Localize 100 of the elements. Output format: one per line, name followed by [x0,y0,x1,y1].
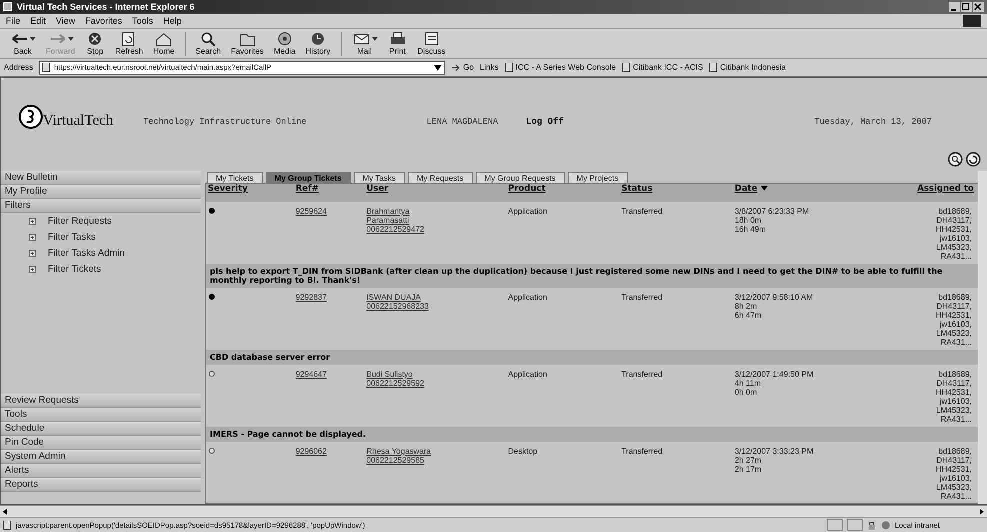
table-cell: Application [506,365,620,427]
sidebar-item[interactable]: Alerts [1,464,201,478]
expand-icon [29,250,36,256]
user-link[interactable]: Budi Sulistyo 0062212529592 [364,365,506,427]
ticket-description: IMERS - Page cannot be displayed. [206,427,978,442]
sidebar-item[interactable]: My Profile [1,185,201,199]
table-cell: Transferred [620,442,733,503]
tab[interactable]: My Group Requests [476,172,565,183]
tab[interactable]: My Tickets [207,172,263,183]
filter-item[interactable]: Filter Tasks Admin [1,245,201,261]
column-header[interactable]: Product [506,184,620,202]
filter-item[interactable]: Filter Tasks [1,229,201,245]
tab[interactable]: My Tasks [354,172,405,183]
table-cell: Application [506,202,620,264]
tagline: Technology Infrastructure Online [144,117,307,129]
ticket-description: CBD database server error [206,350,978,365]
column-header[interactable]: Assigned to [864,184,978,202]
toolbar-button[interactable]: History [302,30,335,58]
link[interactable]: ICC - A Series Web Console [504,63,616,72]
maximize-icon[interactable] [961,2,972,12]
sidebar-item[interactable]: Pin Code [1,436,201,450]
refresh-icon[interactable] [966,152,981,167]
dropdown-caret-icon [434,64,442,70]
browser-icon [3,2,13,12]
column-header[interactable]: User [364,184,506,202]
links-label: Links [480,63,499,72]
expand-icon [29,218,36,224]
lock-icon [866,520,877,530]
toolbar-button[interactable]: Mail [348,30,382,58]
close-icon[interactable] [973,2,984,12]
sidebar-item[interactable]: New Bulletin [1,171,201,185]
toolbar-button[interactable]: Discuss [414,30,450,58]
sidebar-item[interactable]: Filters [1,199,201,213]
page-icon [709,63,718,72]
table-cell: Transferred [620,288,733,350]
filter-item[interactable]: Filter Requests [1,213,201,229]
table-cell: 3/12/2007 9:58:10 AM 8h 2m 6h 47m [732,288,865,350]
ticket-description: pls help to export T_DIN from SIDBank (after clean up the duplication) because I just registered some new DINs and I need to get the DIN# to be able to fulfill the monthly reporting to BI. Thank's! [206,264,978,288]
window-title: Virtual Tech Services - Internet Explorer 6 [17,2,195,12]
minimize-icon[interactable] [949,2,960,12]
tab[interactable]: My Projects [568,172,628,183]
column-header[interactable]: Status [620,184,733,202]
horizontal-scrollbar[interactable] [0,505,987,517]
link[interactable]: Citibank Indonesia [709,63,786,72]
sidebar-item[interactable]: System Admin [1,450,201,464]
sidebar-item[interactable]: Schedule [1,422,201,436]
table-cell: 3/8/2007 6:23:33 PM 18h 0m 16h 49m [732,202,865,264]
sidebar-item[interactable]: Tools [1,408,201,422]
menu-item[interactable]: Edit [30,16,46,26]
sidebar-item[interactable]: Reports [1,478,201,492]
logo-text: VirtualTech [43,113,114,130]
toolbar-button[interactable]: Home [149,30,179,58]
ticket-link[interactable]: 9294647 [296,370,327,379]
expand-icon [29,234,36,240]
page-icon [504,63,514,72]
logo-icon [19,104,43,130]
toolbar-button[interactable]: Search [192,30,226,58]
user-link[interactable]: ISWAN DUAJA 00622152968233 [364,288,506,350]
status-pane [846,519,863,531]
table-cell: 3/12/2007 3:33:23 PM 2h 27m 2h 17m [732,442,865,503]
toolbar-button[interactable]: Back [6,30,40,58]
logoff-link[interactable]: Log Off [526,117,564,130]
user-link[interactable]: Brahmantya Paramasatti 0062212529472 [364,202,506,264]
toolbar-button[interactable]: Favorites [227,30,268,58]
column-header[interactable]: Date [732,184,865,202]
menu-item[interactable]: Tools [132,16,154,26]
ticket-link[interactable]: 9292837 [296,293,327,302]
table-cell: Desktop [506,442,620,503]
table-cell: bd18689, DH43117, HH42531, jw16103, LM45323, RA431... [864,202,978,264]
toolbar-button[interactable]: Refresh [111,30,148,58]
toolbar-button[interactable]: Media [270,30,300,58]
menu-item[interactable]: Favorites [85,16,122,26]
address-label: Address [4,63,34,72]
ticket-link[interactable]: 9296062 [296,447,327,456]
home-icon [154,31,174,47]
date-text: Tuesday, March 13, 2007 [814,117,932,129]
user-link[interactable]: Rhesa Yogaswara 0062212529585 [364,442,506,503]
tab[interactable]: My Group Tickets [266,172,351,183]
page-icon [622,63,632,72]
search-icon[interactable] [948,152,963,167]
sidebar-item[interactable]: Review Requests [1,394,201,408]
tab[interactable]: My Requests [408,172,473,183]
page-icon [42,63,52,72]
table-cell: bd18689, DH43117, HH42531, jw16103, LM45323, RA431... [864,442,978,503]
status-pane [826,519,843,531]
toolbar-button[interactable]: Stop [81,30,110,58]
expand-icon [29,266,36,272]
column-header[interactable]: Ref# [294,184,365,202]
filter-item[interactable]: Filter Tickets [1,261,201,277]
menu-item[interactable]: View [56,16,76,26]
link[interactable]: Citibank ICC - ACIS [622,63,704,72]
menu-item[interactable]: File [6,16,21,26]
menu-item[interactable]: Help [163,16,182,26]
ticket-link[interactable]: 9259624 [296,207,327,216]
page-icon [3,520,12,530]
toolbar-button[interactable]: Print [384,30,412,58]
table-cell: Transferred [620,202,733,264]
go-button[interactable]: Go [451,63,474,72]
column-header[interactable]: Severity [206,184,294,202]
go-arrow-icon [451,63,462,72]
